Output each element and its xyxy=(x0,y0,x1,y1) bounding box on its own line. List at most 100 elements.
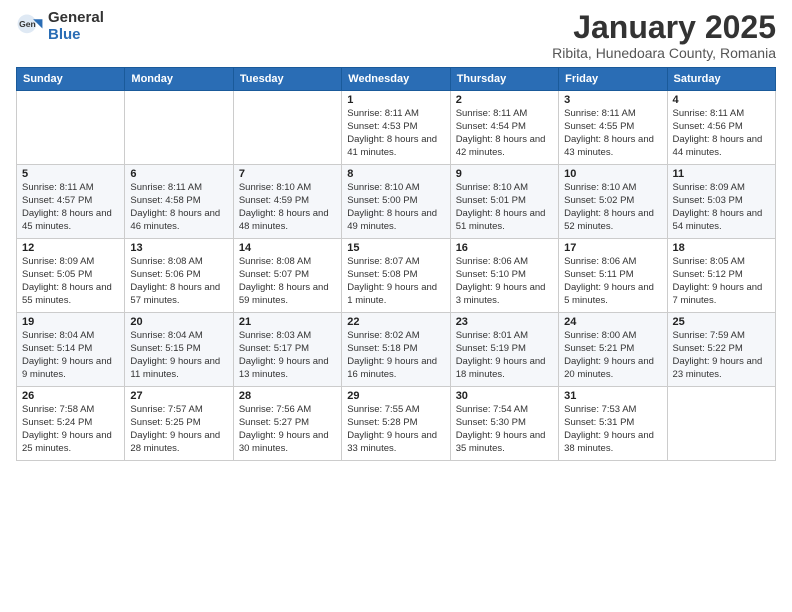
calendar-table: SundayMondayTuesdayWednesdayThursdayFrid… xyxy=(16,67,776,461)
calendar-week-2: 5Sunrise: 8:11 AMSunset: 4:57 PMDaylight… xyxy=(17,165,776,239)
calendar-cell: 10 Sunrise: 8:10 AMSunset: 5:02 PMDayligh… xyxy=(559,165,667,239)
weekday-header-friday: Friday xyxy=(559,68,667,91)
calendar-cell: 3 Sunrise: 8:11 AMSunset: 4:55 PMDaylight… xyxy=(559,91,667,165)
cell-day-number: 24 xyxy=(564,316,661,328)
calendar-cell: 30Sunrise: 7:54 AMSunset: 5:30 PMDayligh… xyxy=(450,387,558,461)
cell-day-number: 20 xyxy=(130,316,227,328)
calendar-cell: 31Sunrise: 7:53 AMSunset: 5:31 PMDayligh… xyxy=(559,387,667,461)
calendar-cell: 28 Sunrise: 7:56 AMSunset: 5:27 PMDayligh… xyxy=(233,387,341,461)
cell-day-number: 28 xyxy=(239,390,336,402)
weekday-header-wednesday: Wednesday xyxy=(342,68,450,91)
cell-day-number: 26 xyxy=(22,390,119,402)
cell-day-number: 10 xyxy=(564,168,661,180)
calendar-week-3: 12 Sunrise: 8:09 AMSunset: 5:05 PMDayligh… xyxy=(17,239,776,313)
calendar-week-5: 26 Sunrise: 7:58 AMSunset: 5:24 PMDayligh… xyxy=(17,387,776,461)
cell-day-number: 6 xyxy=(130,168,227,180)
calendar-cell: 8Sunrise: 8:10 AMSunset: 5:00 PMDaylight… xyxy=(342,165,450,239)
cell-info: Sunrise: 8:11 AMSunset: 4:53 PMDaylight:… xyxy=(347,108,444,159)
cell-info: Sunrise: 8:11 AMSunset: 4:58 PMDaylight:… xyxy=(130,182,227,233)
cell-info: Sunrise: 8:02 AMSunset: 5:18 PMDaylight:… xyxy=(347,330,444,381)
calendar-cell: 25Sunrise: 7:59 AMSunset: 5:22 PMDayligh… xyxy=(667,313,775,387)
cell-info: Sunrise: 8:00 AMSunset: 5:21 PMDaylight:… xyxy=(564,330,661,381)
calendar-cell: 18 Sunrise: 8:05 AMSunset: 5:12 PMDayligh… xyxy=(667,239,775,313)
calendar-cell: 1 Sunrise: 8:11 AMSunset: 4:53 PMDaylight… xyxy=(342,91,450,165)
cell-day-number: 12 xyxy=(22,242,119,254)
cell-info: Sunrise: 8:08 AMSunset: 5:06 PMDaylight:… xyxy=(130,256,227,307)
cell-info: Sunrise: 8:10 AMSunset: 5:02 PMDaylight:… xyxy=(564,182,661,233)
cell-info: Sunrise: 8:03 AMSunset: 5:17 PMDaylight:… xyxy=(239,330,336,381)
cell-info: Sunrise: 8:10 AMSunset: 5:01 PMDaylight:… xyxy=(456,182,553,233)
calendar-cell: 14 Sunrise: 8:08 AMSunset: 5:07 PMDayligh… xyxy=(233,239,341,313)
cell-info: Sunrise: 8:09 AMSunset: 5:05 PMDaylight:… xyxy=(22,256,119,307)
calendar-cell: 29Sunrise: 7:55 AMSunset: 5:28 PMDayligh… xyxy=(342,387,450,461)
weekday-header-saturday: Saturday xyxy=(667,68,775,91)
calendar-cell: 13Sunrise: 8:08 AMSunset: 5:06 PMDayligh… xyxy=(125,239,233,313)
cell-info: Sunrise: 8:06 AMSunset: 5:11 PMDaylight:… xyxy=(564,256,661,307)
cell-day-number: 21 xyxy=(239,316,336,328)
calendar-cell: 17 Sunrise: 8:06 AMSunset: 5:11 PMDayligh… xyxy=(559,239,667,313)
calendar-cell: 9 Sunrise: 8:10 AMSunset: 5:01 PMDaylight… xyxy=(450,165,558,239)
cell-day-number: 16 xyxy=(456,242,553,254)
cell-info: Sunrise: 7:57 AMSunset: 5:25 PMDaylight:… xyxy=(130,404,227,455)
cell-info: Sunrise: 8:04 AMSunset: 5:14 PMDaylight:… xyxy=(22,330,119,381)
calendar-cell: 23Sunrise: 8:01 AMSunset: 5:19 PMDayligh… xyxy=(450,313,558,387)
calendar-cell: 7 Sunrise: 8:10 AMSunset: 4:59 PMDaylight… xyxy=(233,165,341,239)
calendar-cell xyxy=(667,387,775,461)
calendar-cell: 5Sunrise: 8:11 AMSunset: 4:57 PMDaylight… xyxy=(17,165,125,239)
svg-text:Gen: Gen xyxy=(19,19,36,29)
cell-info: Sunrise: 7:56 AMSunset: 5:27 PMDaylight:… xyxy=(239,404,336,455)
cell-day-number: 14 xyxy=(239,242,336,254)
cell-day-number: 1 xyxy=(347,94,444,106)
cell-info: Sunrise: 8:11 AMSunset: 4:54 PMDaylight:… xyxy=(456,108,553,159)
header: Gen General Blue January 2025 Ribita, Hu… xyxy=(16,10,776,61)
cell-day-number: 22 xyxy=(347,316,444,328)
weekday-header-sunday: Sunday xyxy=(17,68,125,91)
cell-day-number: 11 xyxy=(673,168,770,180)
cell-info: Sunrise: 8:05 AMSunset: 5:12 PMDaylight:… xyxy=(673,256,770,307)
cell-day-number: 17 xyxy=(564,242,661,254)
cell-info: Sunrise: 8:07 AMSunset: 5:08 PMDaylight:… xyxy=(347,256,444,307)
calendar-cell: 11 Sunrise: 8:09 AMSunset: 5:03 PMDayligh… xyxy=(667,165,775,239)
cell-day-number: 18 xyxy=(673,242,770,254)
cell-info: Sunrise: 8:10 AMSunset: 4:59 PMDaylight:… xyxy=(239,182,336,233)
calendar-cell: 20 Sunrise: 8:04 AMSunset: 5:15 PMDayligh… xyxy=(125,313,233,387)
cell-info: Sunrise: 8:01 AMSunset: 5:19 PMDaylight:… xyxy=(456,330,553,381)
weekday-header-thursday: Thursday xyxy=(450,68,558,91)
cell-day-number: 31 xyxy=(564,390,661,402)
logo-text: General Blue xyxy=(48,10,104,43)
cell-day-number: 15 xyxy=(347,242,444,254)
cell-day-number: 5 xyxy=(22,168,119,180)
cell-info: Sunrise: 8:10 AMSunset: 5:00 PMDaylight:… xyxy=(347,182,444,233)
calendar-week-4: 19 Sunrise: 8:04 AMSunset: 5:14 PMDayligh… xyxy=(17,313,776,387)
cell-day-number: 2 xyxy=(456,94,553,106)
weekday-header-row: SundayMondayTuesdayWednesdayThursdayFrid… xyxy=(17,68,776,91)
calendar-cell: 21 Sunrise: 8:03 AMSunset: 5:17 PMDayligh… xyxy=(233,313,341,387)
calendar-cell: 6 Sunrise: 8:11 AMSunset: 4:58 PMDaylight… xyxy=(125,165,233,239)
cell-info: Sunrise: 8:09 AMSunset: 5:03 PMDaylight:… xyxy=(673,182,770,233)
weekday-header-monday: Monday xyxy=(125,68,233,91)
cell-info: Sunrise: 8:11 AMSunset: 4:56 PMDaylight:… xyxy=(673,108,770,159)
title-location: Ribita, Hunedoara County, Romania xyxy=(552,45,776,61)
cell-day-number: 19 xyxy=(22,316,119,328)
calendar-cell: 22 Sunrise: 8:02 AMSunset: 5:18 PMDayligh… xyxy=(342,313,450,387)
cell-info: Sunrise: 8:04 AMSunset: 5:15 PMDaylight:… xyxy=(130,330,227,381)
calendar-cell: 12 Sunrise: 8:09 AMSunset: 5:05 PMDayligh… xyxy=(17,239,125,313)
cell-info: Sunrise: 7:54 AMSunset: 5:30 PMDaylight:… xyxy=(456,404,553,455)
cell-info: Sunrise: 8:11 AMSunset: 4:55 PMDaylight:… xyxy=(564,108,661,159)
cell-day-number: 3 xyxy=(564,94,661,106)
calendar-cell: 26 Sunrise: 7:58 AMSunset: 5:24 PMDayligh… xyxy=(17,387,125,461)
calendar-page: Gen General Blue January 2025 Ribita, Hu… xyxy=(0,0,792,612)
cell-day-number: 7 xyxy=(239,168,336,180)
calendar-cell: 2 Sunrise: 8:11 AMSunset: 4:54 PMDaylight… xyxy=(450,91,558,165)
cell-info: Sunrise: 8:08 AMSunset: 5:07 PMDaylight:… xyxy=(239,256,336,307)
cell-info: Sunrise: 7:59 AMSunset: 5:22 PMDaylight:… xyxy=(673,330,770,381)
cell-day-number: 4 xyxy=(673,94,770,106)
calendar-cell: 19 Sunrise: 8:04 AMSunset: 5:14 PMDayligh… xyxy=(17,313,125,387)
calendar-cell: 16Sunrise: 8:06 AMSunset: 5:10 PMDayligh… xyxy=(450,239,558,313)
calendar-cell xyxy=(17,91,125,165)
logo-icon: Gen xyxy=(16,13,44,41)
logo-blue: Blue xyxy=(48,27,104,44)
cell-info: Sunrise: 7:58 AMSunset: 5:24 PMDaylight:… xyxy=(22,404,119,455)
title-month: January 2025 xyxy=(552,10,776,45)
cell-day-number: 9 xyxy=(456,168,553,180)
